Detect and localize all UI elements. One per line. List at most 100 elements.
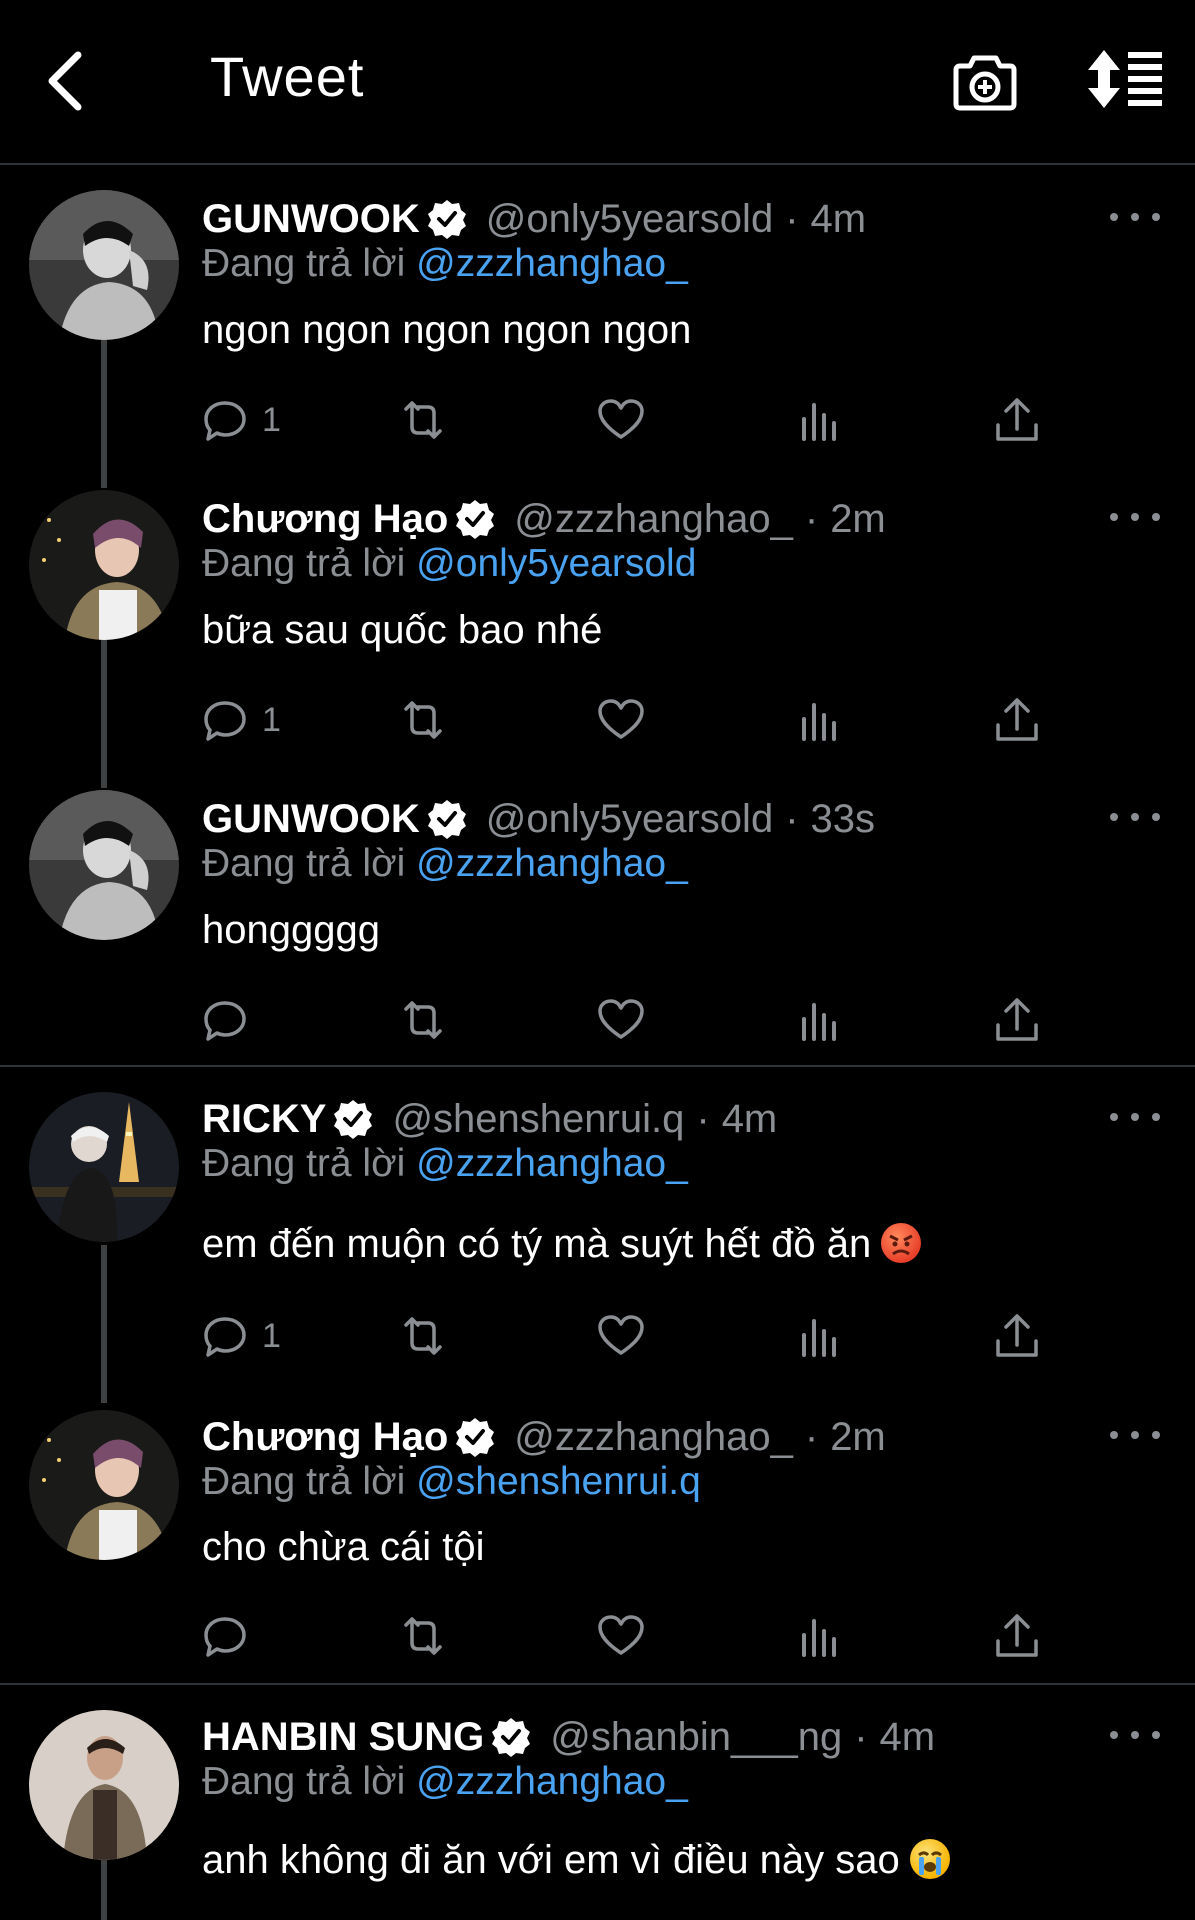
reply-count: 1 <box>262 400 281 439</box>
verified-badge-icon <box>492 1718 531 1757</box>
more-dot-icon <box>1152 1431 1160 1439</box>
like-button[interactable] <box>596 992 646 1048</box>
share-icon <box>996 698 1038 741</box>
more-dot-icon <box>1131 813 1139 821</box>
more-dot-icon <box>1110 1431 1118 1439</box>
analytics-button[interactable] <box>794 992 844 1048</box>
analytics-button[interactable] <box>794 392 844 448</box>
tweet-header: GUNWOOK @only5yearsold · 4m <box>202 194 866 244</box>
reply-button[interactable]: 1 <box>200 392 281 448</box>
user-handle[interactable]: @shenshenrui.q <box>392 1097 684 1142</box>
more-dot-icon <box>1152 1113 1160 1121</box>
thread-connector <box>101 638 107 788</box>
verified-badge-icon <box>334 1100 373 1139</box>
share-button[interactable] <box>992 1608 1042 1664</box>
retweet-button[interactable] <box>398 1608 448 1664</box>
more-options-button[interactable] <box>1110 1107 1160 1127</box>
more-dot-icon <box>1131 213 1139 221</box>
reply-handle-link[interactable]: @zzzhanghao_ <box>416 1142 688 1185</box>
reply-icon <box>204 401 246 441</box>
separator-dot: · <box>785 796 799 841</box>
more-dot-icon <box>1152 1731 1160 1739</box>
replying-to: Đang trả lời @zzzhanghao_ <box>202 842 688 890</box>
reply-button[interactable]: 1 <box>200 1308 281 1364</box>
retweet-button[interactable] <box>398 392 448 448</box>
reply-handle-link[interactable]: @zzzhanghao_ <box>416 1760 688 1803</box>
display-name[interactable]: GUNWOOK <box>202 797 420 842</box>
user-handle[interactable]: @only5yearsold <box>486 197 773 242</box>
reply-handle-link[interactable]: @zzzhanghao_ <box>416 242 688 285</box>
avatar[interactable] <box>29 1710 179 1860</box>
user-handle[interactable]: @shanbin___ng <box>550 1715 842 1760</box>
retweet-icon <box>404 1001 442 1039</box>
reply-icon <box>204 1317 246 1357</box>
like-button[interactable] <box>596 1608 646 1664</box>
verified-badge-icon <box>456 500 495 539</box>
user-handle[interactable]: @only5yearsold <box>486 797 773 842</box>
share-button[interactable] <box>992 1308 1042 1364</box>
retweet-button[interactable] <box>398 692 448 748</box>
share-icon <box>996 398 1038 441</box>
reply-button[interactable]: 1 <box>200 692 281 748</box>
avatar[interactable] <box>29 490 179 640</box>
avatar[interactable] <box>29 1410 179 1560</box>
replying-to-label: Đang trả lời <box>202 1760 406 1803</box>
more-options-button[interactable] <box>1110 207 1160 227</box>
tweet-actions <box>200 992 1060 1048</box>
avatar[interactable] <box>29 1092 179 1242</box>
chevron-left-icon <box>48 51 82 111</box>
display-name[interactable]: GUNWOOK <box>202 197 420 242</box>
reply-handle-link[interactable]: @zzzhanghao_ <box>416 842 688 885</box>
replying-to: Đang trả lời @zzzhanghao_ <box>202 1760 688 1808</box>
reply-button[interactable] <box>200 992 262 1048</box>
share-button[interactable] <box>992 392 1042 448</box>
share-button[interactable] <box>992 692 1042 748</box>
user-handle[interactable]: @zzzhanghao_ <box>514 1415 793 1460</box>
back-button[interactable] <box>40 42 88 120</box>
reply-count: 1 <box>262 1316 281 1355</box>
display-name[interactable]: Chương Hạo <box>202 1415 448 1460</box>
separator-dot: · <box>696 1096 710 1141</box>
more-options-button[interactable] <box>1110 807 1160 827</box>
like-button[interactable] <box>596 392 646 448</box>
display-name[interactable]: HANBIN SUNG <box>202 1715 484 1760</box>
display-name[interactable]: Chương Hạo <box>202 497 448 542</box>
tweet-actions: 1 <box>200 392 1060 448</box>
user-handle[interactable]: @zzzhanghao_ <box>514 497 793 542</box>
reply-icon <box>204 701 246 741</box>
retweet-button[interactable] <box>398 1308 448 1364</box>
tweet-time: 2m <box>830 1414 886 1459</box>
heart-icon <box>598 999 644 1039</box>
analytics-button[interactable] <box>794 1608 844 1664</box>
more-options-button[interactable] <box>1110 507 1160 527</box>
analytics-button[interactable] <box>794 692 844 748</box>
tweet-text: em đến muộn có tý mà suýt hết đồ ăn <box>202 1222 922 1272</box>
share-icon <box>996 998 1038 1041</box>
retweet-button[interactable] <box>398 992 448 1048</box>
reply-handle-link[interactable]: @only5yearsold <box>416 542 696 585</box>
like-button[interactable] <box>596 692 646 748</box>
thread-connector <box>101 338 107 488</box>
replying-to-label: Đang trả lời <box>202 1460 406 1503</box>
heart-icon <box>598 1615 644 1655</box>
sort-lines-icon <box>1088 50 1162 108</box>
display-name[interactable]: RICKY <box>202 1097 326 1142</box>
more-options-button[interactable] <box>1110 1425 1160 1445</box>
sort-button[interactable] <box>1088 48 1164 110</box>
tweet-text: anh không đi ăn với em vì điều này sao <box>202 1838 950 1888</box>
replying-to: Đang trả lời @zzzhanghao_ <box>202 242 688 290</box>
tweet-time: 4m <box>810 196 867 241</box>
analytics-button[interactable] <box>794 1308 844 1364</box>
avatar[interactable] <box>29 790 179 940</box>
separator-dot: · <box>804 1414 819 1459</box>
share-button[interactable] <box>992 992 1042 1048</box>
more-dot-icon <box>1152 213 1160 221</box>
reply-button[interactable] <box>200 1608 262 1664</box>
like-button[interactable] <box>596 1308 646 1364</box>
avatar[interactable] <box>29 190 179 340</box>
reply-handle-link[interactable]: @shenshenrui.q <box>416 1460 701 1503</box>
tweet-actions <box>200 1608 1060 1664</box>
camera-button[interactable] <box>952 48 1018 114</box>
more-options-button[interactable] <box>1110 1725 1160 1745</box>
more-dot-icon <box>1110 213 1118 221</box>
